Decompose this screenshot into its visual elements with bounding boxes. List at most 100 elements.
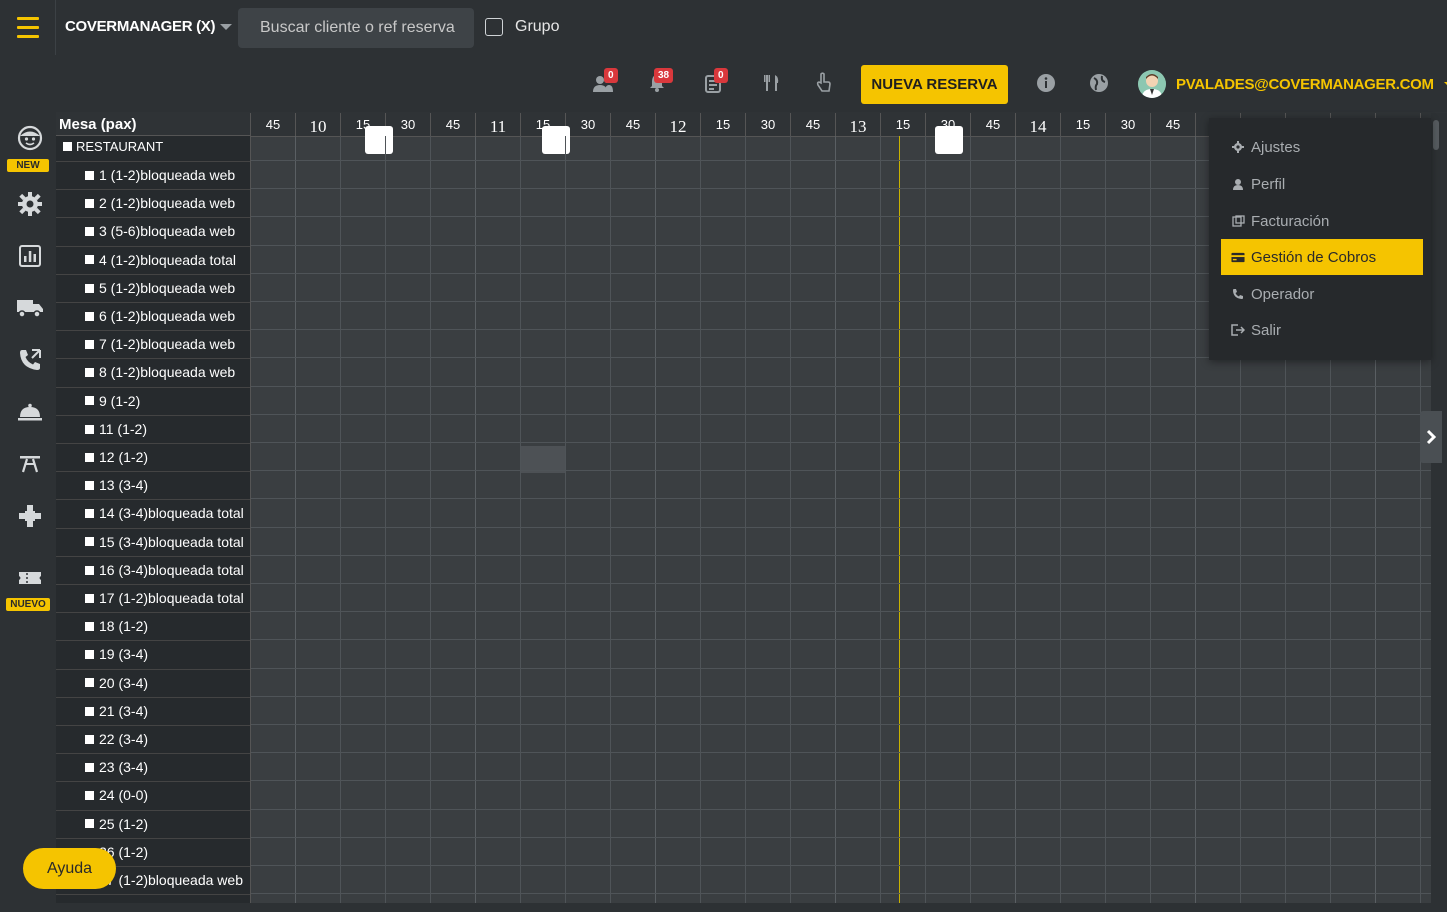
time-marker[interactable]: [365, 126, 393, 154]
table-row[interactable]: 16 (3-4)bloqueada total: [56, 555, 250, 584]
table-label: 1 (1-2)bloqueada web: [99, 167, 236, 183]
vertical-scrollbar[interactable]: [1431, 113, 1447, 912]
table-row[interactable]: 21 (3-4): [56, 696, 250, 725]
table-checkbox-icon[interactable]: [85, 311, 94, 321]
table-checkbox-icon[interactable]: [85, 255, 94, 265]
table-row[interactable]: 13 (3-4): [56, 471, 250, 499]
table-row[interactable]: 15 (3-4)bloqueada total: [56, 527, 250, 556]
restaurant-selector[interactable]: COVERMANAGER (X): [65, 18, 233, 35]
table-checkbox-icon[interactable]: [85, 198, 94, 208]
table-column: Mesa (pax) RESTAURANT 1 (1-2)bloqueada w…: [56, 113, 251, 903]
table-row[interactable]: 20 (3-4): [56, 668, 250, 697]
table-row[interactable]: 1 (1-2)bloqueada web: [56, 161, 250, 189]
sidebar-item-tables[interactable]: [16, 450, 44, 478]
table-checkbox-icon[interactable]: [85, 452, 94, 462]
menu-item-gesti-n-de-cobros[interactable]: Gestión de Cobros: [1221, 239, 1423, 275]
grid-hline: [251, 865, 1431, 866]
table-checkbox-icon[interactable]: [85, 593, 94, 603]
credit-card-icon: [1231, 250, 1245, 264]
horizontal-scrollbar[interactable]: [56, 903, 1431, 912]
table-checkbox-icon[interactable]: [85, 650, 94, 660]
sidebar-item-integrations[interactable]: [16, 502, 44, 530]
hovered-cell[interactable]: [521, 446, 565, 473]
table-checkbox-icon[interactable]: [85, 537, 94, 547]
table-row[interactable]: 18 (1-2): [56, 612, 250, 640]
table-row[interactable]: 5 (1-2)bloqueada web: [56, 273, 250, 302]
ticket-icon: [19, 572, 41, 584]
table-label: 9 (1-2): [99, 392, 141, 409]
sidebar-item-calls[interactable]: [16, 346, 44, 374]
table-row[interactable]: 12 (1-2): [56, 443, 250, 471]
grid-hline: [251, 470, 1431, 472]
table-checkbox-icon[interactable]: [85, 791, 94, 801]
table-checkbox-icon[interactable]: [85, 509, 94, 519]
table-checkbox-icon[interactable]: [85, 424, 94, 434]
sidebar-item-tickets[interactable]: [16, 564, 44, 592]
notifications-button[interactable]: 38: [644, 68, 674, 96]
table-row[interactable]: 2 (1-2)bloqueada web: [56, 189, 250, 217]
table-row[interactable]: 25 (1-2): [56, 809, 250, 838]
table-row[interactable]: 14 (3-4)bloqueada total: [56, 499, 250, 527]
touch-button[interactable]: [810, 70, 836, 96]
help-button[interactable]: Ayuda: [23, 848, 116, 889]
scrollbar-thumb[interactable]: [1433, 120, 1439, 150]
guests-button[interactable]: 0: [590, 68, 618, 96]
table-checkbox-icon[interactable]: [85, 621, 94, 631]
grupo-checkbox[interactable]: [485, 18, 503, 36]
table-row[interactable]: 9 (1-2): [56, 386, 250, 415]
table-row[interactable]: 11 (1-2): [56, 414, 250, 443]
sidebar-item-guests[interactable]: [16, 124, 44, 152]
truck-icon: [17, 300, 43, 318]
table-row[interactable]: 3 (5-6)bloqueada web: [56, 217, 250, 245]
table-checkbox-icon[interactable]: [85, 480, 94, 490]
table-checkbox-icon[interactable]: [85, 396, 94, 406]
collapse-icon[interactable]: [63, 142, 72, 152]
table-row[interactable]: 28 (4-4)bloqueada web: [56, 894, 250, 903]
grid-vline: [700, 136, 701, 903]
table-checkbox-icon[interactable]: [85, 819, 94, 829]
table-row[interactable]: 6 (1-2)bloqueada web: [56, 302, 250, 330]
table-row[interactable]: 4 (1-2)bloqueada total: [56, 245, 250, 274]
table-checkbox-icon[interactable]: [85, 565, 94, 575]
grid-hline: [251, 583, 1431, 584]
nueva-reserva-button[interactable]: NUEVA RESERVA: [861, 65, 1008, 104]
menu-item-operador[interactable]: Operador: [1221, 276, 1423, 312]
time-marker[interactable]: [935, 126, 963, 154]
sidebar-item-delivery[interactable]: [16, 294, 44, 322]
info-button[interactable]: [1033, 70, 1059, 96]
table-checkbox-icon[interactable]: [85, 227, 94, 237]
table-row[interactable]: 8 (1-2)bloqueada web: [56, 358, 250, 386]
menu-item-facturaci-n[interactable]: Facturación: [1221, 203, 1423, 239]
table-checkbox-icon[interactable]: [85, 706, 94, 716]
table-row[interactable]: 17 (1-2)bloqueada total: [56, 584, 250, 612]
section-restaurant[interactable]: RESTAURANT: [56, 136, 250, 159]
table-checkbox-icon[interactable]: [85, 339, 94, 349]
table-checkbox-icon[interactable]: [85, 283, 94, 293]
table-row[interactable]: 23 (3-4): [56, 753, 250, 781]
time-label: 12: [656, 113, 701, 136]
hamburger-menu-button[interactable]: [0, 0, 56, 55]
sidebar-item-reports[interactable]: [16, 242, 44, 270]
grid-vline: [1015, 136, 1016, 903]
table-checkbox-icon[interactable]: [85, 368, 94, 378]
table-row[interactable]: 24 (0-0): [56, 781, 250, 809]
search-input[interactable]: [238, 8, 474, 48]
dining-button[interactable]: [759, 70, 785, 96]
sidebar-item-service[interactable]: [16, 398, 44, 426]
table-row[interactable]: 22 (3-4): [56, 725, 250, 753]
table-checkbox-icon[interactable]: [85, 762, 94, 772]
table-checkbox-icon[interactable]: [85, 170, 94, 180]
menu-item-ajustes[interactable]: Ajustes: [1221, 129, 1423, 165]
menu-item-perfil[interactable]: Perfil: [1221, 166, 1423, 202]
table-row[interactable]: 19 (3-4): [56, 640, 250, 668]
logout-icon: [1231, 323, 1245, 337]
requests-button[interactable]: 0: [700, 68, 728, 96]
table-checkbox-icon[interactable]: [85, 734, 94, 744]
user-menu[interactable]: PVALADES@COVERMANAGER.COM: [1138, 70, 1447, 98]
table-checkbox-icon[interactable]: [85, 678, 94, 688]
table-row[interactable]: 7 (1-2)bloqueada web: [56, 330, 250, 358]
expand-panel-button[interactable]: [1420, 411, 1442, 463]
sidebar-item-settings[interactable]: [16, 190, 44, 218]
menu-item-salir[interactable]: Salir: [1221, 312, 1423, 348]
language-button[interactable]: [1086, 70, 1112, 96]
